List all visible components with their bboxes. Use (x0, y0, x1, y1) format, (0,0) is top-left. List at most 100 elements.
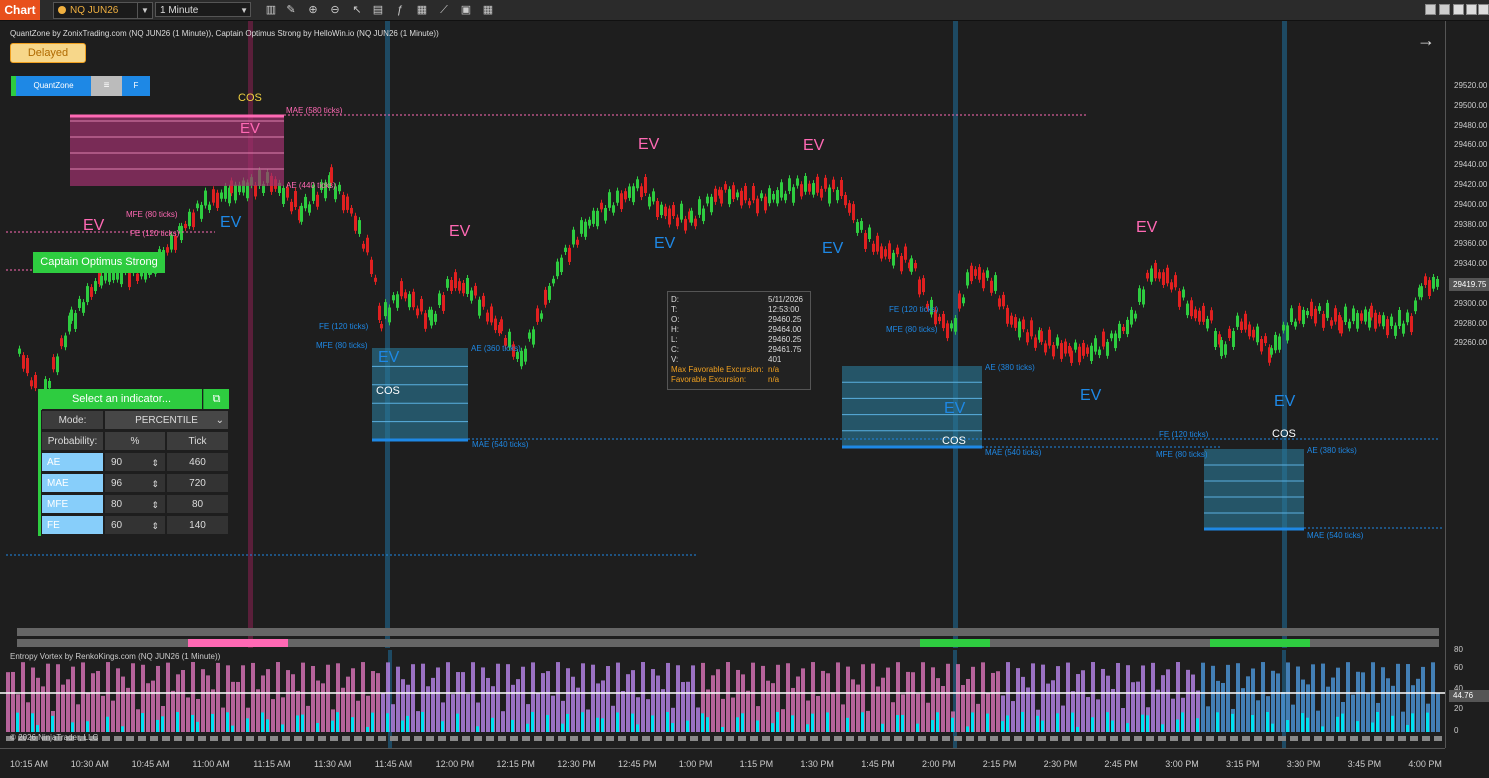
vortex-bar (921, 662, 925, 732)
vortex-bar (896, 715, 899, 732)
vortex-bar (256, 689, 260, 732)
vortex-bar (216, 662, 220, 732)
price-axis[interactable]: 29520.00 29500.00 29480.00 29460.00 29440.00… (1445, 21, 1489, 748)
vortex-bar (821, 670, 825, 732)
timeframe-selector[interactable]: 1 Minute ▼ (155, 2, 251, 17)
price-tick-label: 29420.00 (1454, 180, 1488, 189)
vortex-bar (1406, 664, 1410, 732)
vortex-bar (1266, 712, 1269, 732)
vortex-bar (846, 717, 849, 732)
vortex-bar (131, 663, 135, 732)
vortex-bar (416, 711, 420, 732)
close-icon[interactable] (1478, 4, 1489, 15)
indicators-icon[interactable]: ƒ (393, 3, 407, 17)
vortex-bar (721, 726, 724, 732)
vortex-bar (201, 669, 205, 732)
grid-icon[interactable]: ▦ (481, 3, 495, 17)
vortex-bar (1256, 700, 1260, 732)
f-button[interactable]: F (122, 76, 150, 96)
status-dot (150, 736, 158, 741)
stepper-icon[interactable]: ⇕ (151, 453, 159, 473)
vortex-bar (116, 668, 120, 732)
status-dot (1134, 736, 1142, 741)
status-dot (1146, 736, 1154, 741)
vortex-bar (166, 662, 170, 732)
vortex-bar (446, 662, 450, 732)
window-tile-icon[interactable] (1439, 4, 1450, 15)
external-link-icon[interactable]: ⧉ (203, 389, 229, 409)
vortex-bar (701, 713, 704, 732)
minimize-icon[interactable] (1453, 4, 1464, 15)
pencil-icon[interactable]: ✎ (284, 3, 298, 17)
vortex-bar (1151, 662, 1155, 732)
vortex-bar (431, 677, 435, 732)
window-tile-icon[interactable] (1425, 4, 1436, 15)
price-tick-label: 29520.00 (1454, 81, 1488, 90)
pct-stepper[interactable]: 90 ⇕ (104, 452, 166, 472)
entropy-vortex-title: Entropy Vortex by RenkoKings.com (NQ JUN… (10, 652, 221, 661)
time-axis[interactable]: 10:15 AM 10:30 AM 10:45 AM 11:00 AM 11:15 AM… (0, 748, 1445, 778)
vortex-bar (1351, 694, 1355, 732)
menu-button[interactable]: ≡ (91, 76, 122, 96)
status-dot (258, 736, 266, 741)
pct-stepper[interactable]: 80 ⇕ (104, 494, 166, 514)
arrow-right-icon[interactable]: → (1417, 30, 1435, 51)
vortex-bar (56, 664, 60, 732)
vortex-bar (406, 715, 409, 732)
status-dot (174, 736, 182, 741)
stepper-icon[interactable]: ⇕ (151, 516, 159, 536)
ev-label: EV (378, 349, 400, 366)
vortex-bar (1096, 699, 1100, 732)
stepper-icon[interactable]: ⇕ (151, 474, 159, 494)
vortex-bar (1371, 722, 1374, 732)
indicator-panel: Select an indicator... ⧉ Mode: PERCENTIL… (38, 389, 229, 536)
pct-stepper[interactable]: 96 ⇕ (104, 473, 166, 493)
quantzone-button[interactable]: QuantZone (16, 76, 91, 96)
select-indicator-button[interactable]: Select an indicator... (41, 389, 202, 409)
zoom-out-icon[interactable]: ⊖ (328, 3, 342, 17)
bar-chart-icon[interactable]: ▥ (264, 3, 278, 17)
fe-label: FE (120 ticks) (130, 229, 180, 238)
data-box-key: C: (671, 345, 679, 354)
pointer-icon[interactable]: ↖ (350, 3, 364, 17)
vortex-bar (126, 687, 130, 732)
templates-icon[interactable]: ▣ (459, 3, 473, 17)
vortex-bar (1161, 675, 1165, 732)
status-dot (546, 736, 554, 741)
vortex-bar (776, 712, 779, 732)
ev-label: EV (240, 120, 260, 137)
drawing-tools-icon[interactable]: ⟋ (437, 3, 451, 17)
vortex-bar (1066, 662, 1070, 732)
vortex-bar (986, 713, 989, 732)
restore-icon[interactable] (1466, 4, 1477, 15)
delayed-badge[interactable]: Delayed (10, 43, 86, 63)
entropy-vortex-panel[interactable] (0, 650, 1445, 748)
cos-label: COS (238, 92, 262, 104)
ev-label: EV (803, 137, 825, 154)
vortex-bar (761, 665, 765, 732)
time-tick-label: 1:00 PM (678, 759, 713, 769)
price-tick-label: 29360.00 (1454, 239, 1488, 249)
chart-tab[interactable]: Chart (0, 0, 40, 20)
chevron-down-icon: ▼ (240, 6, 248, 15)
mode-select[interactable]: PERCENTILE ⌄ (104, 410, 229, 430)
stepper-icon[interactable]: ⇕ (151, 495, 159, 515)
status-dot (1386, 736, 1394, 741)
time-tick-label: 11:15 AM (253, 759, 291, 769)
pct-stepper[interactable]: 60 ⇕ (104, 515, 166, 535)
instrument-selector[interactable]: NQ JUN26 ▼ (53, 2, 153, 19)
status-dot (162, 736, 170, 741)
captain-optimus-label: Captain Optimus Strong (33, 252, 165, 273)
status-segment (188, 639, 288, 647)
vortex-bar (961, 685, 965, 732)
zoom-in-icon[interactable]: ⊕ (306, 3, 320, 17)
data-box-value: 29461.75 (768, 345, 802, 354)
vortex-bar (1271, 723, 1274, 732)
chevron-down-icon[interactable]: ▼ (137, 3, 152, 18)
strategies-icon[interactable]: ▦ (415, 3, 429, 17)
status-dot (1434, 736, 1442, 741)
vortex-bar (1396, 663, 1400, 732)
vortex-bar (1376, 712, 1379, 732)
properties-icon[interactable]: ▤ (371, 3, 385, 17)
time-tick-label: 2:45 PM (1104, 759, 1138, 769)
